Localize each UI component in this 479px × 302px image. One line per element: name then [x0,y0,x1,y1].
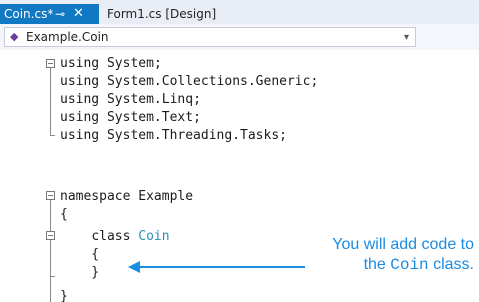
annotation-line-2: the Coin class. [306,255,474,275]
coin-class-name: Coin [138,229,170,244]
code-line-10: { [60,247,100,262]
class-navigation-value: Example.Coin [26,30,109,44]
using-outline-foot [50,135,55,136]
tab-coin-cs-label: Coin.cs* [4,7,54,21]
tasks-namespace: System.Threading.Tasks [106,128,280,143]
class-keyword: class [91,229,131,244]
document-tab-bar: Coin.cs* ⊸ ✕ Form1.cs [Design] [0,0,479,24]
collapse-class-icon[interactable] [46,231,55,240]
code-line-4: using System.Text; [60,110,201,125]
pin-icon[interactable]: ⊸ [55,4,65,24]
annotation-suffix: class. [428,256,474,273]
tab-form1-design[interactable]: Form1.cs [Design] [99,4,229,24]
class-outline-guide [50,240,51,276]
collections-namespace: System.Collections.Generic [106,74,311,89]
using-keyword: using [60,92,100,107]
using-keyword: using [60,128,100,143]
using-outline-guide [50,68,51,135]
using-keyword: using [60,110,100,125]
annotation-arrow-head-icon [128,261,140,273]
code-line-7: namespace Example [60,188,193,206]
system-namespace: System [106,56,154,71]
navigation-bar: ◆ Example.Coin ▾ [0,24,479,50]
class-navigation-dropdown[interactable]: ◆ Example.Coin ▾ [4,27,416,47]
text-namespace: System.Text [106,110,194,125]
code-line-12: } [60,289,68,302]
code-line-11: } [60,265,100,280]
collapse-namespace-icon[interactable] [46,191,55,200]
namespace-keyword: namespace [60,189,131,204]
code-line-2: using System.Collections.Generic; [60,74,319,89]
using-keyword: using [60,56,100,71]
close-icon[interactable]: ✕ [73,4,84,24]
code-line-5: using System.Threading.Tasks; [60,128,287,143]
class-icon: ◆ [10,30,19,43]
class-outline-foot [50,276,55,277]
chevron-down-icon[interactable]: ▾ [404,29,409,46]
linq-namespace: System.Linq [106,92,194,107]
code-line-8: { [60,207,68,222]
collapse-using-block-icon[interactable] [46,59,55,68]
example-namespace: Example [138,189,194,204]
code-line-1: using System; [60,56,162,71]
annotation-prefix: the [363,256,391,273]
code-line-9: class Coin [60,228,170,246]
tab-form1-design-label: Form1.cs [Design] [107,7,217,21]
code-line-3: using System.Linq; [60,92,201,107]
annotation-line-1: You will add code to [332,236,474,253]
annotation-callout: You will add code to the Coin class. [306,235,474,275]
tab-coin-cs[interactable]: Coin.cs* ⊸ ✕ [0,4,99,24]
annotation-arrow-line [139,266,305,268]
using-keyword: using [60,74,100,89]
annotation-class-name: Coin [390,256,429,274]
